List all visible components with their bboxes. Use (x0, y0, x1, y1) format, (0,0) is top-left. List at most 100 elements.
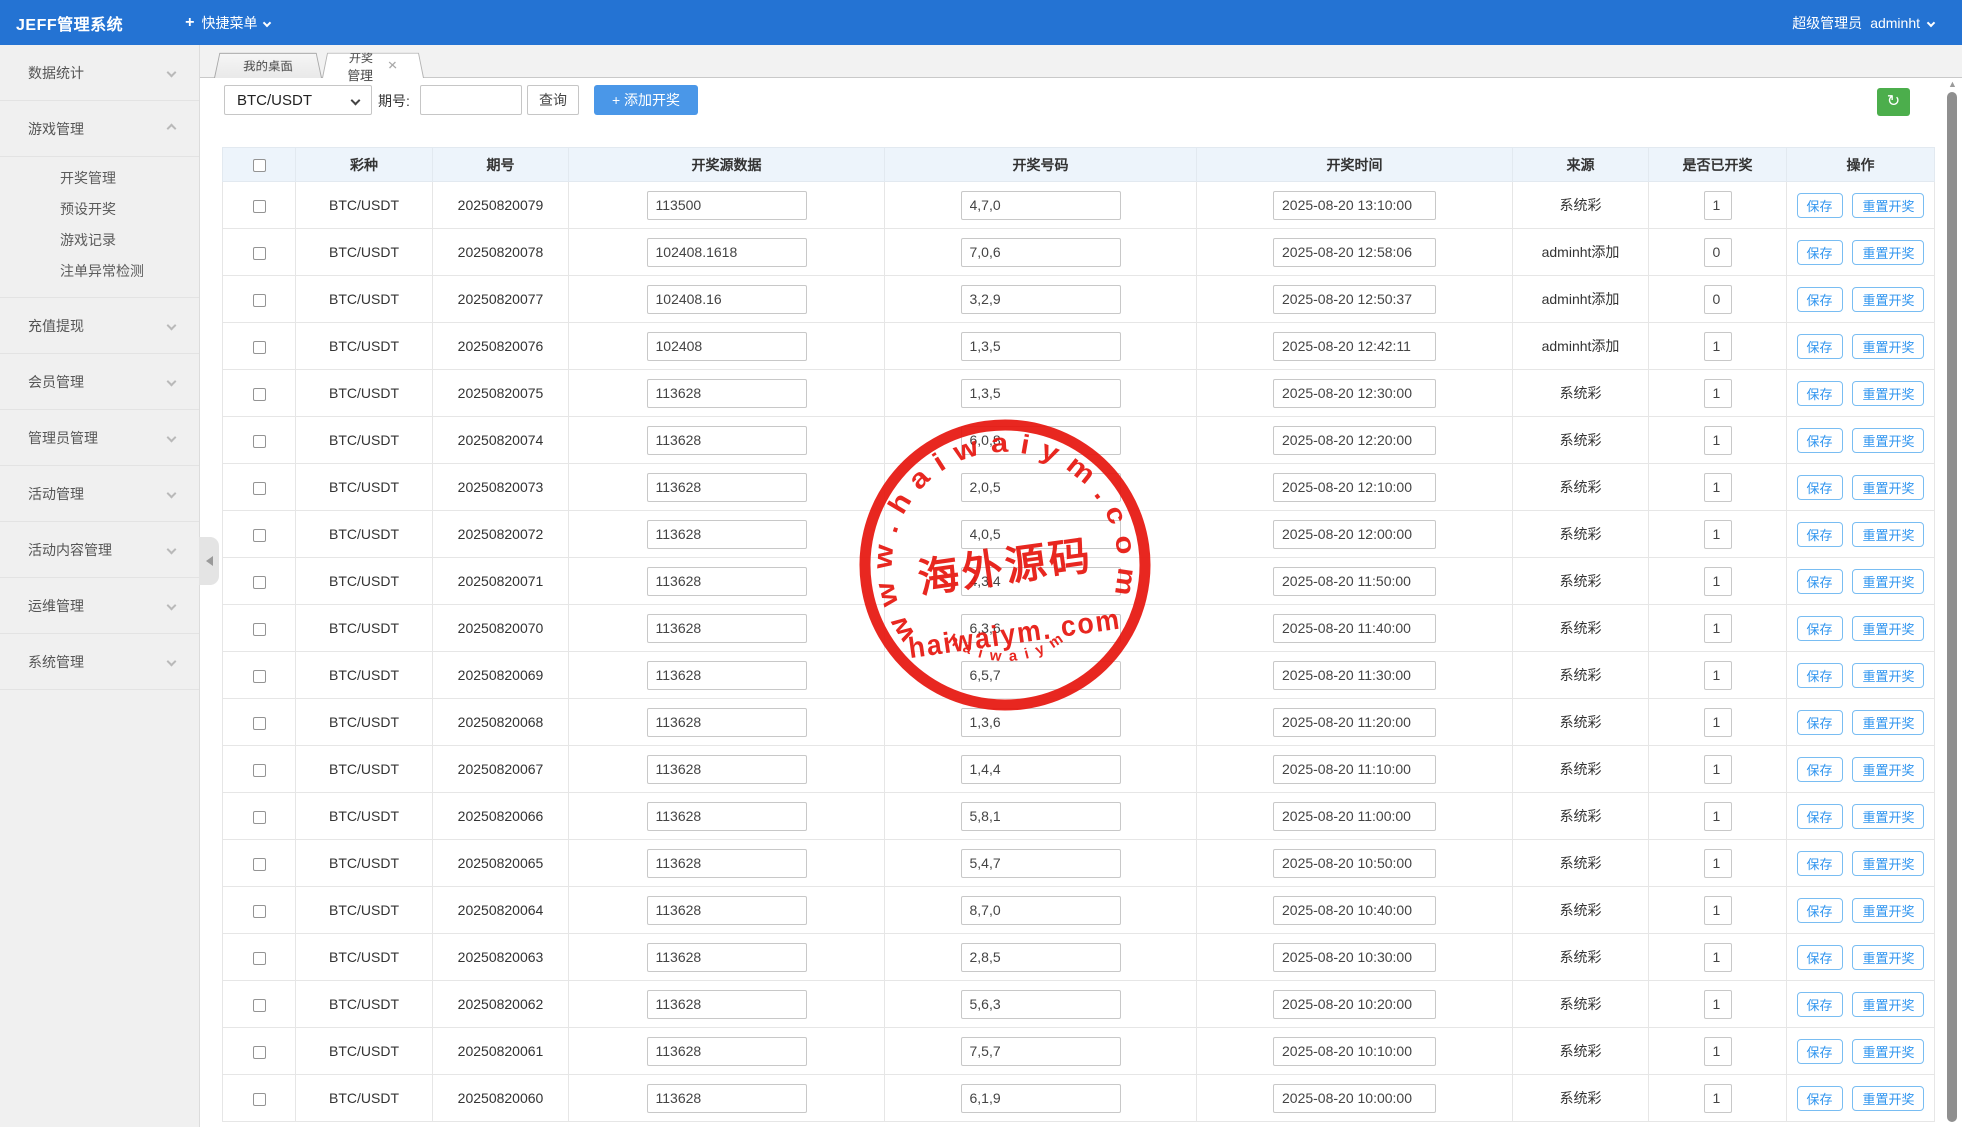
draw-numbers-input[interactable] (961, 191, 1121, 220)
draw-time-input[interactable] (1273, 1084, 1436, 1113)
reset-draw-button[interactable]: 重置开奖 (1852, 1086, 1924, 1111)
opened-flag-input[interactable] (1704, 943, 1732, 972)
reset-draw-button[interactable]: 重置开奖 (1852, 1039, 1924, 1064)
refresh-button[interactable]: ↻ (1877, 88, 1910, 116)
source-data-input[interactable] (647, 943, 807, 972)
draw-numbers-input[interactable] (961, 755, 1121, 784)
source-data-input[interactable] (647, 708, 807, 737)
sidebar-subitem-游戏记录[interactable]: 游戏记录 (0, 225, 199, 256)
reset-draw-button[interactable]: 重置开奖 (1852, 334, 1924, 359)
row-checkbox[interactable] (253, 764, 266, 777)
save-button[interactable]: 保存 (1797, 1086, 1843, 1111)
source-data-input[interactable] (647, 661, 807, 690)
draw-time-input[interactable] (1273, 708, 1436, 737)
sidebar-item-活动管理[interactable]: 活动管理 (0, 466, 199, 522)
draw-time-input[interactable] (1273, 661, 1436, 690)
sidebar-item-游戏管理[interactable]: 游戏管理 (0, 101, 199, 157)
draw-numbers-input[interactable] (961, 896, 1121, 925)
reset-draw-button[interactable]: 重置开奖 (1852, 898, 1924, 923)
draw-numbers-input[interactable] (961, 708, 1121, 737)
opened-flag-input[interactable] (1704, 238, 1732, 267)
draw-numbers-input[interactable] (961, 473, 1121, 502)
row-checkbox[interactable] (253, 388, 266, 401)
source-data-input[interactable] (647, 1037, 807, 1066)
draw-time-input[interactable] (1273, 614, 1436, 643)
source-data-input[interactable] (647, 896, 807, 925)
draw-numbers-input[interactable] (961, 238, 1121, 267)
opened-flag-input[interactable] (1704, 473, 1732, 502)
opened-flag-input[interactable] (1704, 379, 1732, 408)
draw-time-input[interactable] (1273, 849, 1436, 878)
draw-time-input[interactable] (1273, 285, 1436, 314)
reset-draw-button[interactable]: 重置开奖 (1852, 992, 1924, 1017)
draw-numbers-input[interactable] (961, 943, 1121, 972)
opened-flag-input[interactable] (1704, 614, 1732, 643)
sidebar-subitem-开奖管理[interactable]: 开奖管理 (0, 163, 199, 194)
save-button[interactable]: 保存 (1797, 663, 1843, 688)
draw-numbers-input[interactable] (961, 285, 1121, 314)
source-data-input[interactable] (647, 520, 807, 549)
sidebar-item-会员管理[interactable]: 会员管理 (0, 354, 199, 410)
source-data-input[interactable] (647, 426, 807, 455)
draw-time-input[interactable] (1273, 1037, 1436, 1066)
row-checkbox[interactable] (253, 858, 266, 871)
save-button[interactable]: 保存 (1797, 193, 1843, 218)
draw-numbers-input[interactable] (961, 990, 1121, 1019)
save-button[interactable]: 保存 (1797, 334, 1843, 359)
opened-flag-input[interactable] (1704, 285, 1732, 314)
row-checkbox[interactable] (253, 1046, 266, 1059)
sidebar-item-数据统计[interactable]: 数据统计 (0, 45, 199, 101)
opened-flag-input[interactable] (1704, 849, 1732, 878)
save-button[interactable]: 保存 (1797, 851, 1843, 876)
draw-time-input[interactable] (1273, 379, 1436, 408)
opened-flag-input[interactable] (1704, 708, 1732, 737)
draw-time-input[interactable] (1273, 802, 1436, 831)
draw-time-input[interactable] (1273, 191, 1436, 220)
reset-draw-button[interactable]: 重置开奖 (1852, 757, 1924, 782)
reset-draw-button[interactable]: 重置开奖 (1852, 804, 1924, 829)
save-button[interactable]: 保存 (1797, 428, 1843, 453)
scrollbar-thumb[interactable] (1947, 92, 1957, 1122)
row-checkbox[interactable] (253, 482, 266, 495)
reset-draw-button[interactable]: 重置开奖 (1852, 428, 1924, 453)
close-icon[interactable]: ✕ (387, 59, 398, 71)
row-checkbox[interactable] (253, 1093, 266, 1106)
source-data-input[interactable] (647, 473, 807, 502)
sidebar-item-运维管理[interactable]: 运维管理 (0, 578, 199, 634)
save-button[interactable]: 保存 (1797, 898, 1843, 923)
draw-numbers-input[interactable] (961, 1084, 1121, 1113)
quick-menu-button[interactable]: + 快捷菜单 (185, 13, 270, 33)
issue-input[interactable] (420, 85, 522, 115)
opened-flag-input[interactable] (1704, 802, 1732, 831)
save-button[interactable]: 保存 (1797, 616, 1843, 641)
source-data-input[interactable] (647, 191, 807, 220)
reset-draw-button[interactable]: 重置开奖 (1852, 945, 1924, 970)
draw-time-input[interactable] (1273, 332, 1436, 361)
row-checkbox[interactable] (253, 200, 266, 213)
reset-draw-button[interactable]: 重置开奖 (1852, 710, 1924, 735)
opened-flag-input[interactable] (1704, 567, 1732, 596)
row-checkbox[interactable] (253, 999, 266, 1012)
draw-numbers-input[interactable] (961, 614, 1121, 643)
source-data-input[interactable] (647, 238, 807, 267)
draw-numbers-input[interactable] (961, 567, 1121, 596)
draw-numbers-input[interactable] (961, 332, 1121, 361)
draw-numbers-input[interactable] (961, 802, 1121, 831)
save-button[interactable]: 保存 (1797, 757, 1843, 782)
opened-flag-input[interactable] (1704, 1037, 1732, 1066)
save-button[interactable]: 保存 (1797, 1039, 1843, 1064)
lottery-select[interactable]: BTC/USDT (224, 85, 372, 115)
reset-draw-button[interactable]: 重置开奖 (1852, 569, 1924, 594)
save-button[interactable]: 保存 (1797, 945, 1843, 970)
row-checkbox[interactable] (253, 529, 266, 542)
save-button[interactable]: 保存 (1797, 804, 1843, 829)
sidebar-subitem-注单异常检测[interactable]: 注单异常检测 (0, 256, 199, 287)
user-menu[interactable]: 超级管理员 adminht (1792, 0, 1934, 45)
source-data-input[interactable] (647, 849, 807, 878)
row-checkbox[interactable] (253, 435, 266, 448)
tab-my-desktop[interactable]: 我的桌面 (214, 53, 322, 78)
source-data-input[interactable] (647, 755, 807, 784)
source-data-input[interactable] (647, 614, 807, 643)
reset-draw-button[interactable]: 重置开奖 (1852, 616, 1924, 641)
save-button[interactable]: 保存 (1797, 522, 1843, 547)
